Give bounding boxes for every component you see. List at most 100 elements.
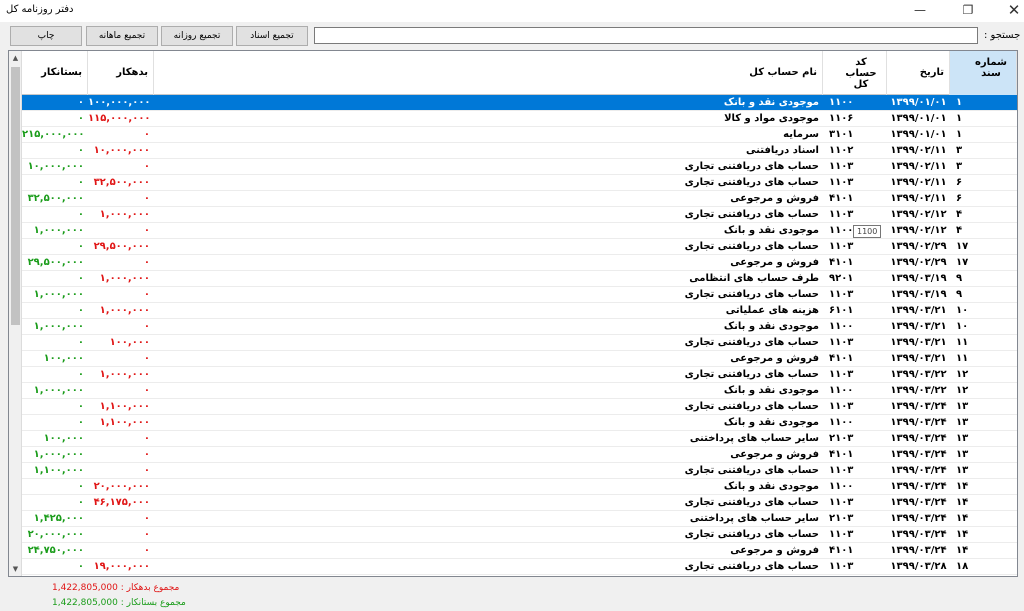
cell-date[interactable]: ۱۳۹۹/۰۳/۲۱: [887, 351, 950, 367]
cell-account-code[interactable]: ۴۱۰۱: [823, 351, 887, 367]
cell-date[interactable]: ۱۳۹۹/۰۲/۱۲: [887, 207, 950, 223]
header-document-number[interactable]: شماره سند: [950, 51, 1017, 95]
cell-account-code[interactable]: ۱۱۰۰: [823, 415, 887, 431]
cell-document-number[interactable]: ۱۴: [950, 527, 1017, 543]
cell-document-number[interactable]: ۱۳: [950, 431, 1017, 447]
cell-account-name[interactable]: فروش و مرجوعی: [154, 543, 823, 559]
cell-credit[interactable]: ۱,۰۰۰,۰۰۰: [22, 447, 88, 463]
cell-document-number[interactable]: ۱۴: [950, 479, 1017, 495]
cell-credit[interactable]: ۰: [22, 559, 88, 575]
cell-date[interactable]: ۱۳۹۹/۰۲/۱۱: [887, 159, 950, 175]
cell-credit[interactable]: ۰: [22, 207, 88, 223]
cell-date[interactable]: ۱۳۹۹/۰۲/۱۱: [887, 175, 950, 191]
cell-credit[interactable]: ۰: [22, 111, 88, 127]
cell-account-code[interactable]: ۶۱۰۱: [823, 303, 887, 319]
table-row[interactable]: ۰ ۱۱۵,۰۰۰,۰۰۰ موجودی مواد و کالا ۱۱۰۶ ۱۳۹۹/۰…: [22, 111, 1017, 127]
cell-account-name[interactable]: حساب های دریافتنی تجاری: [154, 335, 823, 351]
cell-account-name[interactable]: سایر حساب های پرداختنی: [154, 511, 823, 527]
cell-debit[interactable]: ۱,۰۰۰,۰۰۰: [88, 303, 154, 319]
cell-document-number[interactable]: ۱۲: [950, 367, 1017, 383]
cell-account-name[interactable]: طرف حساب های انتظامی: [154, 271, 823, 287]
cell-debit[interactable]: ۰: [88, 127, 154, 143]
cell-credit[interactable]: ۰: [22, 143, 88, 159]
cell-account-name[interactable]: حساب های دریافتنی تجاری: [154, 175, 823, 191]
cell-document-number[interactable]: ۶: [950, 175, 1017, 191]
cell-document-number[interactable]: ۳: [950, 159, 1017, 175]
table-row[interactable]: ۱,۱۰۰,۰۰۰ ۰ حساب های دریافتنی تجاری ۱۱۰۳ ۱۳۹…: [22, 463, 1017, 479]
cell-date[interactable]: ۱۳۹۹/۰۳/۲۴: [887, 415, 950, 431]
cell-date[interactable]: ۱۳۹۹/۰۳/۲۴: [887, 479, 950, 495]
cell-document-number[interactable]: ۱: [950, 111, 1017, 127]
cell-credit[interactable]: ۱۰۰,۰۰۰: [22, 431, 88, 447]
restore-button[interactable]: ❐: [948, 0, 988, 22]
cell-credit[interactable]: ۱۰,۰۰۰,۰۰۰: [22, 159, 88, 175]
vertical-scrollbar[interactable]: ▲ ▼: [9, 51, 22, 576]
cell-date[interactable]: ۱۳۹۹/۰۳/۲۸: [887, 559, 950, 575]
cell-debit[interactable]: ۰: [88, 191, 154, 207]
cell-account-name[interactable]: حساب های دریافتنی تجاری: [154, 495, 823, 511]
cell-document-number[interactable]: ۱۰: [950, 303, 1017, 319]
table-row[interactable]: ۰ ۲۹,۵۰۰,۰۰۰ حساب های دریافتنی تجاری ۱۱۰۳ ۱۳…: [22, 239, 1017, 255]
header-account-code[interactable]: کد حساب کل: [823, 51, 887, 95]
daily-aggregate-button[interactable]: تجمیع روزانه: [161, 26, 233, 46]
cell-date[interactable]: ۱۳۹۹/۰۲/۱۱: [887, 143, 950, 159]
cell-credit[interactable]: ۲۹,۵۰۰,۰۰۰: [22, 255, 88, 271]
search-input[interactable]: [314, 27, 978, 44]
cell-credit[interactable]: ۰: [22, 95, 88, 111]
cell-credit[interactable]: ۲۰,۰۰۰,۰۰۰: [22, 527, 88, 543]
cell-debit[interactable]: ۱۰۰,۰۰۰: [88, 335, 154, 351]
close-button[interactable]: ✕: [994, 0, 1024, 22]
cell-debit[interactable]: ۲۹,۵۰۰,۰۰۰: [88, 239, 154, 255]
cell-debit[interactable]: ۰: [88, 319, 154, 335]
cell-document-number[interactable]: ۱۱: [950, 335, 1017, 351]
table-row[interactable]: ۰ ۱۰۰,۰۰۰,۰۰۰ موجودی نقد و بانک ۱۱۰۰ ۱۳۹۹/۰۱…: [22, 95, 1017, 111]
cell-date[interactable]: ۱۳۹۹/۰۱/۰۱: [887, 111, 950, 127]
cell-document-number[interactable]: ۴: [950, 207, 1017, 223]
cell-account-name[interactable]: فروش و مرجوعی: [154, 191, 823, 207]
cell-document-number[interactable]: ۱۳: [950, 447, 1017, 463]
cell-account-code[interactable]: ۱۱۰۳: [823, 367, 887, 383]
cell-credit[interactable]: ۰: [22, 303, 88, 319]
cell-credit[interactable]: ۰: [22, 239, 88, 255]
cell-debit[interactable]: ۰: [88, 511, 154, 527]
cell-date[interactable]: ۱۳۹۹/۰۲/۱۲: [887, 223, 950, 239]
cell-account-name[interactable]: حساب های دریافتنی تجاری: [154, 463, 823, 479]
cell-credit[interactable]: ۱,۰۰۰,۰۰۰: [22, 383, 88, 399]
table-row[interactable]: ۰ ۱,۰۰۰,۰۰۰ طرف حساب های انتظامی ۹۲۰۱ ۱۳۹۹/۰…: [22, 271, 1017, 287]
cell-account-name[interactable]: حساب های دریافتنی تجاری: [154, 207, 823, 223]
table-row[interactable]: ۰ ۱۰,۰۰۰,۰۰۰ اسناد دریافتنی ۱۱۰۲ ۱۳۹۹/۰۲/۱۱ ۳: [22, 143, 1017, 159]
cell-account-name[interactable]: حساب های دریافتنی تجاری: [154, 367, 823, 383]
cell-date[interactable]: ۱۳۹۹/۰۲/۱۱: [887, 191, 950, 207]
cell-document-number[interactable]: ۱: [950, 127, 1017, 143]
cell-account-name[interactable]: موجودی نقد و بانک: [154, 415, 823, 431]
cell-date[interactable]: ۱۳۹۹/۰۳/۲۴: [887, 399, 950, 415]
cell-debit[interactable]: ۰: [88, 447, 154, 463]
cell-account-name[interactable]: موجودی مواد و کالا: [154, 111, 823, 127]
cell-document-number[interactable]: ۱۴: [950, 495, 1017, 511]
cell-debit[interactable]: ۰: [88, 543, 154, 559]
cell-document-number[interactable]: ۹: [950, 271, 1017, 287]
cell-debit[interactable]: ۱۱۵,۰۰۰,۰۰۰: [88, 111, 154, 127]
cell-date[interactable]: ۱۳۹۹/۰۳/۱۹: [887, 271, 950, 287]
cell-date[interactable]: ۱۳۹۹/۰۳/۲۴: [887, 431, 950, 447]
cell-document-number[interactable]: ۱: [950, 95, 1017, 111]
table-row[interactable]: ۱,۰۰۰,۰۰۰ ۰ فروش و مرجوعی ۴۱۰۱ ۱۳۹۹/۰۳/۲۴ ۱۳: [22, 447, 1017, 463]
cell-date[interactable]: ۱۳۹۹/۰۳/۲۱: [887, 303, 950, 319]
cell-date[interactable]: ۱۳۹۹/۰۳/۲۴: [887, 447, 950, 463]
table-row[interactable]: ۰ ۱۰۰,۰۰۰ حساب های دریافتنی تجاری ۱۱۰۳ ۱۳۹۹/…: [22, 335, 1017, 351]
cell-debit[interactable]: ۳۲,۵۰۰,۰۰۰: [88, 175, 154, 191]
cell-date[interactable]: ۱۳۹۹/۰۲/۲۹: [887, 239, 950, 255]
cell-document-number[interactable]: ۱۷: [950, 239, 1017, 255]
cell-date[interactable]: ۱۳۹۹/۰۳/۲۴: [887, 495, 950, 511]
table-row[interactable]: ۰ ۲۰,۰۰۰,۰۰۰ موجودی نقد و بانک ۱۱۰۰ ۱۳۹۹/۰۳/…: [22, 479, 1017, 495]
cell-document-number[interactable]: ۱۷: [950, 255, 1017, 271]
table-row[interactable]: ۲۱۵,۰۰۰,۰۰۰ ۰ سرمایه ۳۱۰۱ ۱۳۹۹/۰۱/۰۱ ۱: [22, 127, 1017, 143]
cell-credit[interactable]: ۲۱۵,۰۰۰,۰۰۰: [22, 127, 88, 143]
table-row[interactable]: ۰ ۳۲,۵۰۰,۰۰۰ حساب های دریافتنی تجاری ۱۱۰۳ ۱۳…: [22, 175, 1017, 191]
cell-credit[interactable]: ۱,۴۲۵,۰۰۰: [22, 511, 88, 527]
cell-account-name[interactable]: فروش و مرجوعی: [154, 255, 823, 271]
cell-credit[interactable]: ۰: [22, 495, 88, 511]
cell-debit[interactable]: ۰: [88, 159, 154, 175]
cell-document-number[interactable]: ۱۸: [950, 559, 1017, 575]
cell-account-code[interactable]: ۱۱۰۳: [823, 159, 887, 175]
